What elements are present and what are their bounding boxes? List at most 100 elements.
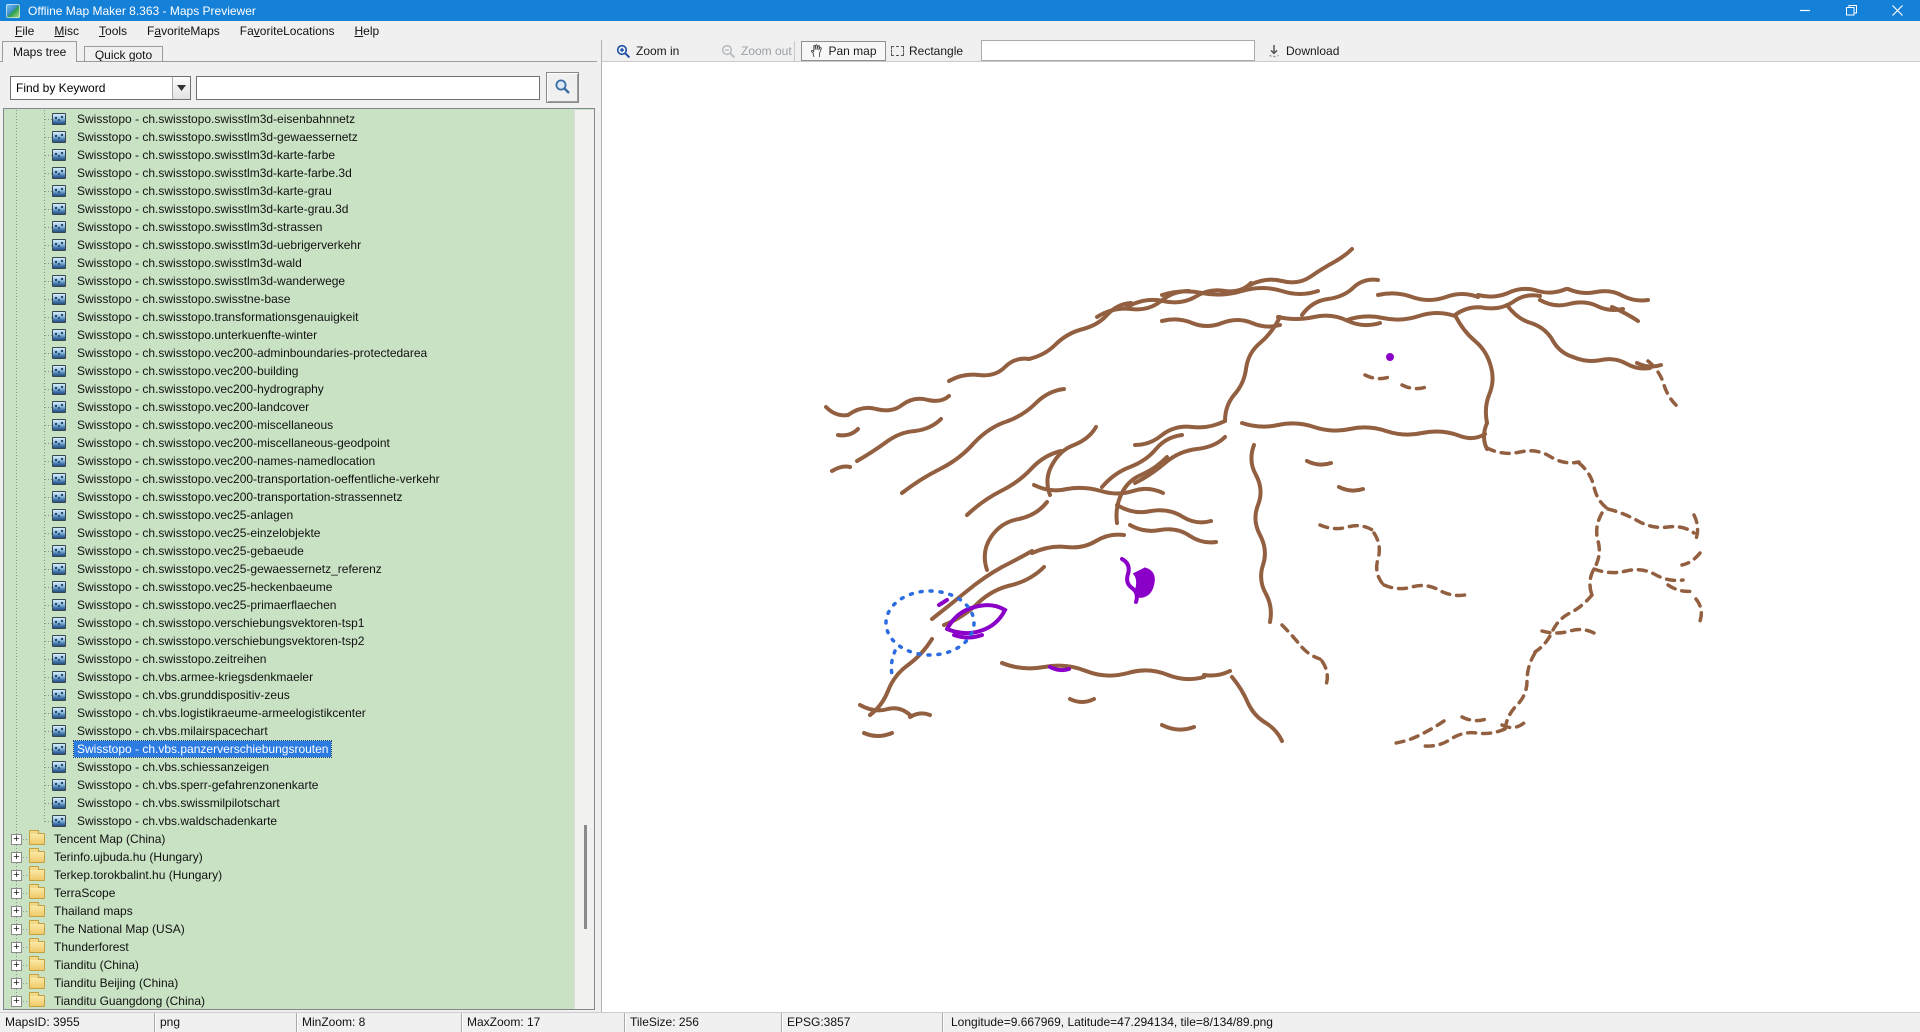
tree-item[interactable]: Swisstopo - ch.swisstopo.swisstlm3d-kart… xyxy=(4,164,574,182)
tree-connector xyxy=(23,911,28,912)
toolbar-input[interactable] xyxy=(981,40,1255,61)
map-layer-icon xyxy=(52,167,66,179)
tree-item[interactable]: Swisstopo - ch.swisstopo.vec25-primaerfl… xyxy=(4,596,574,614)
tree-scrollbar[interactable] xyxy=(574,110,594,1009)
tree-item[interactable]: Swisstopo - ch.swisstopo.transformations… xyxy=(4,308,574,326)
tree-item[interactable]: Swisstopo - ch.swisstopo.vec200-miscella… xyxy=(4,434,574,452)
expand-plus-icon[interactable]: + xyxy=(11,978,22,989)
tree-item[interactable]: Swisstopo - ch.vbs.sperr-gefahrenzonenka… xyxy=(4,776,574,794)
expand-plus-icon[interactable]: + xyxy=(11,852,22,863)
search-input[interactable] xyxy=(196,76,540,100)
chevron-down-icon[interactable] xyxy=(172,77,190,99)
tree-connector xyxy=(23,893,28,894)
expand-plus-icon[interactable]: + xyxy=(11,960,22,971)
download-button[interactable]: Download xyxy=(1267,41,1339,61)
tree-folder-label: Tianditu (China) xyxy=(54,958,139,972)
tree-item[interactable]: Swisstopo - ch.swisstopo.vec200-landcove… xyxy=(4,398,574,416)
tree-item[interactable]: Swisstopo - ch.swisstopo.swisstlm3d-eise… xyxy=(4,110,574,128)
tree-item[interactable]: Swisstopo - ch.vbs.waldschadenkarte xyxy=(4,812,574,830)
tree-item[interactable]: Swisstopo - ch.swisstopo.swisstlm3d-kart… xyxy=(4,182,574,200)
tree-item[interactable]: Swisstopo - ch.swisstopo.vec25-gewaesser… xyxy=(4,560,574,578)
tree-scrollbar-thumb[interactable] xyxy=(584,825,587,929)
tree-item[interactable]: Swisstopo - ch.swisstopo.swisstlm3d-wand… xyxy=(4,272,574,290)
tree-item[interactable]: Swisstopo - ch.swisstopo.unterkuenfte-wi… xyxy=(4,326,574,344)
tree-item[interactable]: Swisstopo - ch.swisstopo.vec25-einzelobj… xyxy=(4,524,574,542)
expand-plus-icon[interactable]: + xyxy=(11,834,22,845)
expand-plus-icon[interactable]: + xyxy=(11,906,22,917)
tree-folder-label: Thailand maps xyxy=(54,904,133,918)
map-canvas[interactable] xyxy=(602,63,1920,1012)
tree-folder[interactable]: + Terkep.torokbalint.hu (Hungary) xyxy=(4,866,574,884)
tree-item[interactable]: Swisstopo - ch.swisstopo.vec200-hydrogra… xyxy=(4,380,574,398)
tree-item-label: Swisstopo - ch.vbs.armee-kriegsdenkmaele… xyxy=(77,670,314,684)
expand-plus-icon[interactable]: + xyxy=(11,942,22,953)
tree-item[interactable]: Swisstopo - ch.swisstopo.vec200-transpor… xyxy=(4,488,574,506)
minimize-button[interactable] xyxy=(1782,0,1828,21)
tree-item[interactable]: Swisstopo - ch.vbs.milairspacechart xyxy=(4,722,574,740)
menu-misc[interactable]: Misc xyxy=(44,24,89,38)
tree-item[interactable]: Swisstopo - ch.swisstopo.swisstlm3d-wald xyxy=(4,254,574,272)
expand-plus-icon[interactable]: + xyxy=(11,870,22,881)
tree-item-label: Swisstopo - ch.vbs.logistikraeume-armeel… xyxy=(77,706,366,720)
tree-folder-label: Thunderforest xyxy=(54,940,129,954)
tree-folder[interactable]: + Thailand maps xyxy=(4,902,574,920)
tree-folder[interactable]: + The National Map (USA) xyxy=(4,920,574,938)
zoom-out-icon xyxy=(721,44,736,59)
rectangle-button[interactable]: Rectangle xyxy=(891,41,963,61)
tree-folder[interactable]: + Thunderforest xyxy=(4,938,574,956)
map-layer-icon xyxy=(52,491,66,503)
tree-item[interactable]: Swisstopo - ch.swisstopo.vec200-building xyxy=(4,362,574,380)
tree-item[interactable]: Swisstopo - ch.swisstopo.verschiebungsve… xyxy=(4,632,574,650)
tree-item[interactable]: Swisstopo - ch.vbs.grunddispositiv-zeus xyxy=(4,686,574,704)
tree-item-label: Swisstopo - ch.swisstopo.vec200-transpor… xyxy=(77,490,403,504)
expand-plus-icon[interactable]: + xyxy=(11,888,22,899)
tree-folder[interactable]: + Tencent Map (China) xyxy=(4,830,574,848)
tree-item[interactable]: Swisstopo - ch.swisstopo.vec200-adminbou… xyxy=(4,344,574,362)
tree-folder[interactable]: + Terinfo.ujbuda.hu (Hungary) xyxy=(4,848,574,866)
tree-folder[interactable]: + Tianditu Guangdong (China) xyxy=(4,992,574,1009)
zoom-out-button[interactable]: Zoom out xyxy=(721,41,792,61)
tree-folder[interactable]: + Tianditu Beijing (China) xyxy=(4,974,574,992)
tab-maps-tree[interactable]: Maps tree xyxy=(2,41,78,62)
pan-map-button[interactable]: Pan map xyxy=(801,41,886,61)
find-mode-select[interactable]: Find by Keyword xyxy=(10,76,191,100)
tree-item[interactable]: Swisstopo - ch.vbs.swissmilpilotschart xyxy=(4,794,574,812)
tree-item[interactable]: Swisstopo - ch.swisstopo.swisstlm3d-kart… xyxy=(4,200,574,218)
tree-item[interactable]: Swisstopo - ch.vbs.armee-kriegsdenkmaele… xyxy=(4,668,574,686)
tree-item[interactable]: Swisstopo - ch.swisstopo.vec200-transpor… xyxy=(4,470,574,488)
tree-item[interactable]: Swisstopo - ch.swisstopo.vec25-anlagen xyxy=(4,506,574,524)
tree-item[interactable]: Swisstopo - ch.swisstopo.swisstlm3d-uebr… xyxy=(4,236,574,254)
tree-item[interactable]: Swisstopo - ch.swisstopo.vec200-names-na… xyxy=(4,452,574,470)
tree-item[interactable]: Swisstopo - ch.swisstopo.vec25-gebaeude xyxy=(4,542,574,560)
close-button[interactable] xyxy=(1874,0,1920,21)
menu-favoritelocations[interactable]: FavoriteLocations xyxy=(230,24,345,38)
tree-folder[interactable]: + Tianditu (China) xyxy=(4,956,574,974)
tree-item[interactable]: Swisstopo - ch.vbs.panzerverschiebungsro… xyxy=(4,740,574,758)
folder-icon xyxy=(29,956,45,971)
menu-file[interactable]: File xyxy=(5,24,44,38)
tree-item[interactable]: Swisstopo - ch.swisstopo.vec200-miscella… xyxy=(4,416,574,434)
search-button[interactable] xyxy=(546,72,579,103)
tree-item[interactable]: Swisstopo - ch.swisstopo.swisstlm3d-kart… xyxy=(4,146,574,164)
map-layer-icon xyxy=(52,113,66,125)
tree-item[interactable]: Swisstopo - ch.swisstopo.verschiebungsve… xyxy=(4,614,574,632)
tree-folder-label: The National Map (USA) xyxy=(54,922,185,936)
map-layer-icon xyxy=(52,473,66,485)
menu-tools[interactable]: Tools xyxy=(89,24,137,38)
expand-plus-icon[interactable]: + xyxy=(11,996,22,1007)
map-layer-icon xyxy=(52,365,66,377)
menu-help[interactable]: Help xyxy=(345,24,390,38)
tree-item[interactable]: Swisstopo - ch.swisstopo.swisstlm3d-gewa… xyxy=(4,128,574,146)
tree-item[interactable]: Swisstopo - ch.swisstopo.zeitreihen xyxy=(4,650,574,668)
tree-item[interactable]: Swisstopo - ch.swisstopo.swisstlm3d-stra… xyxy=(4,218,574,236)
zoom-in-button[interactable]: Zoom in xyxy=(616,41,679,61)
tree-item[interactable]: Swisstopo - ch.swisstopo.vec25-heckenbae… xyxy=(4,578,574,596)
tree-item[interactable]: Swisstopo - ch.vbs.schiessanzeigen xyxy=(4,758,574,776)
tree-folder[interactable]: + TerraScope xyxy=(4,884,574,902)
expand-plus-icon[interactable]: + xyxy=(11,924,22,935)
tree-item-label: Swisstopo - ch.swisstopo.vec200-miscella… xyxy=(77,418,334,432)
menu-favoritemaps[interactable]: FavoriteMaps xyxy=(137,24,230,38)
restore-button[interactable] xyxy=(1828,0,1874,21)
tree-item[interactable]: Swisstopo - ch.swisstopo.swisstne-base xyxy=(4,290,574,308)
tree-item[interactable]: Swisstopo - ch.vbs.logistikraeume-armeel… xyxy=(4,704,574,722)
